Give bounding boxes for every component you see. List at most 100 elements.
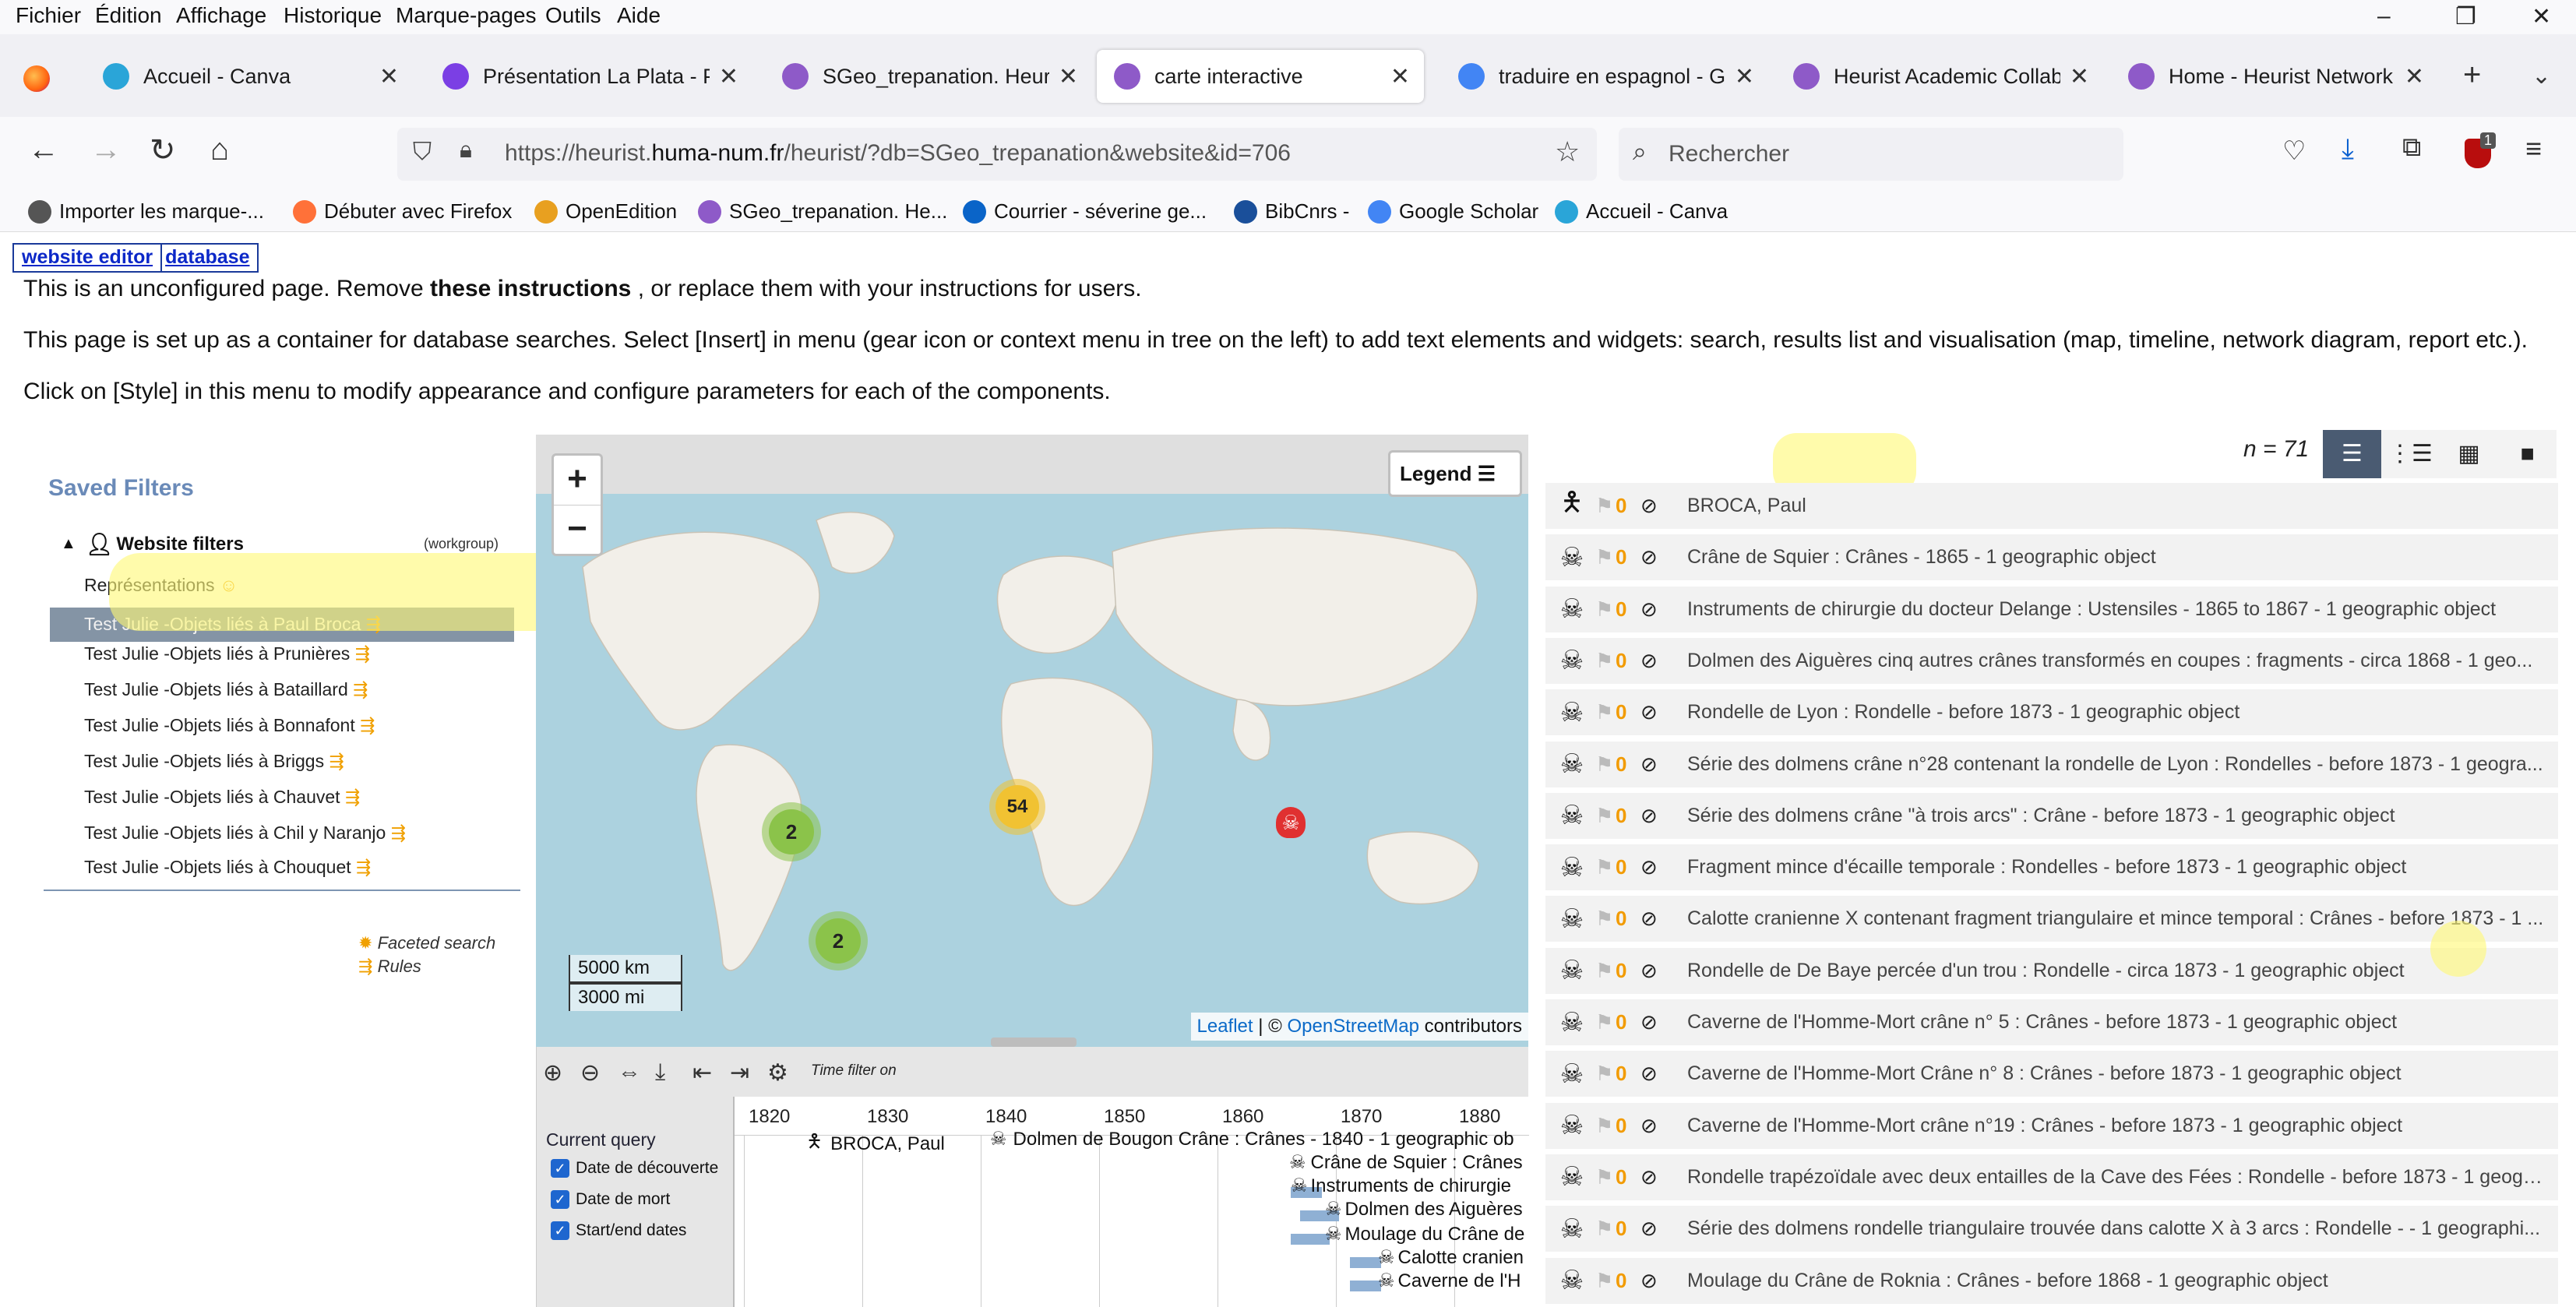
saved-filter-item[interactable]: Test Julie -Objets liés à Prunières ⇶ [84,643,370,664]
timeline-event[interactable]: ☠ Calotte cranien [1378,1246,1524,1269]
bookmark-item[interactable]: OpenEdition [534,199,677,224]
menu-outils[interactable]: Outils [545,3,601,28]
go-start-icon[interactable]: ⇤ [692,1059,712,1087]
menu-fichier[interactable]: Fichier [16,3,81,28]
saved-filter-item[interactable]: Test Julie -Objets liés à Chauvet ⇶ [84,787,360,808]
go-end-icon[interactable]: ⇥ [730,1059,749,1087]
saved-filter-item[interactable]: Test Julie -Objets liés à Bonnafont ⇶ [84,715,375,736]
result-row[interactable]: ☠ ⚑ 0 ⊘ Calotte cranienne X contenant fragme… [1545,896,2558,945]
saved-filter-item[interactable]: Test Julie -Objets liés à Briggs ⇶ [84,751,344,772]
bookmark-flag-icon[interactable]: ⚑ [1595,1165,1616,1189]
cluster-south-america[interactable]: 2 [809,911,868,971]
bookmark-flag-icon[interactable]: ⚑ [1595,545,1616,569]
maximize-icon[interactable]: ❐ [2455,3,2476,30]
visibility-hidden-icon[interactable]: ⊘ [1640,545,1672,569]
close-window-icon[interactable]: ✕ [2532,3,2551,30]
bookmark-flag-icon[interactable]: ⚑ [1595,649,1616,673]
visibility-hidden-icon[interactable]: ⊘ [1640,907,1672,931]
lock-icon[interactable]: 🔒︎ [460,137,472,164]
bookmark-flag-icon[interactable]: ⚑ [1595,494,1616,518]
menu-historique[interactable]: Historique [284,3,382,28]
result-row[interactable]: 🯅 ⚑ 0 ⊘ BROCA, Paul [1545,483,2558,531]
cluster-europe[interactable]: 54 [989,779,1045,835]
map-resize-handle[interactable] [991,1037,1077,1047]
extensions-icon[interactable]: ⧉ [2402,132,2421,163]
visibility-hidden-icon[interactable]: ⊘ [1640,1269,1672,1293]
firefox-view-icon[interactable] [23,65,50,92]
zoom-out-icon[interactable]: ⊖ [580,1059,600,1087]
bookmark-flag-icon[interactable]: ⚑ [1595,1217,1616,1241]
menu-affichage[interactable]: Affichage [176,3,266,28]
skull-marker-icon[interactable]: ☠ [1276,807,1306,838]
zoom-in-button[interactable]: + [554,456,601,505]
timeline-event[interactable]: ☠ Crâne de Squier : Crânes [1289,1151,1523,1174]
result-row[interactable]: ☠ ⚑ 0 ⊘ Fragment mince d'écaille temporale :… [1545,844,2558,893]
browser-tab[interactable]: traduire en espagnol - Goo ✕ [1441,50,1768,103]
result-row[interactable]: ☠ ⚑ 0 ⊘ Série des dolmens crâne n°28 contena… [1545,741,2558,790]
bookmark-item[interactable]: Importer les marque-... [28,199,264,224]
bookmark-flag-icon[interactable]: ⚑ [1595,804,1616,828]
osm-link[interactable]: OpenStreetMap [1288,1016,1419,1037]
bookmark-flag-icon[interactable]: ⚑ [1595,597,1616,622]
downloads-icon[interactable]: ⤓ [2342,132,2354,166]
tab-close-icon[interactable]: ✕ [719,63,738,90]
faceted-search-link[interactable]: ✹ Faceted search [358,933,495,953]
view-list-button[interactable]: ☰ [2323,430,2381,478]
checkbox-start-end[interactable]: ✓ Start/end dates [551,1221,686,1240]
result-row[interactable]: ☠ ⚑ 0 ⊘ Crâne de Squier : Crânes - 1865 - 1 … [1545,534,2558,583]
bookmark-item[interactable]: BibCnrs - [1234,199,1349,224]
visibility-hidden-icon[interactable]: ⊘ [1640,959,1672,983]
timeline-event[interactable]: ☠ Moulage du Crâne de [1325,1223,1524,1245]
browser-tab[interactable]: carte interactive ✕ [1097,50,1424,103]
bookmark-item[interactable]: Google Scholar [1368,199,1538,224]
reload-icon[interactable]: ↻ [150,132,176,168]
timeline-event[interactable]: ☠ Dolmen de Bougon Crâne : Crânes - 1840 … [990,1128,1514,1150]
bookmark-flag-icon[interactable]: ⚑ [1595,907,1616,931]
pocket-icon[interactable]: ♡ [2282,136,2306,167]
result-row[interactable]: ☠ ⚑ 0 ⊘ Série des dolmens rondelle triangula… [1545,1206,2558,1255]
tab-close-icon[interactable]: ✕ [1390,63,1410,90]
view-thumbnails-button[interactable]: ▦ [2440,430,2498,478]
bookmark-item[interactable]: Débuter avec Firefox [293,199,512,224]
timeline-event[interactable]: ☠ Dolmen des Aiguères [1325,1198,1523,1221]
download-icon[interactable]: ⤓ [655,1059,665,1086]
bookmark-flag-icon[interactable]: ⚑ [1595,1269,1616,1293]
collapse-triangle-icon[interactable]: ▲ [61,535,76,553]
saved-filter-item[interactable]: Test Julie -Objets liés à Bataillard ⇶ [84,679,368,700]
rules-link[interactable]: ⇶ Rules [358,956,421,977]
result-row[interactable]: ☠ ⚑ 0 ⊘ Caverne de l'Homme-Mort crâne n° 5 :… [1545,999,2558,1048]
visibility-hidden-icon[interactable]: ⊘ [1640,1165,1672,1189]
result-row[interactable]: ☠ ⚑ 0 ⊘ Dolmen des Aiguères cinq autres crân… [1545,637,2558,686]
forward-icon[interactable]: → [90,132,122,167]
bookmark-flag-icon[interactable]: ⚑ [1595,1114,1616,1138]
url-bar[interactable]: ⛉ 🔒︎ https://heurist.huma-num.fr/heurist… [397,128,1597,181]
browser-tab[interactable]: SGeo_trepanation. Heurist V ✕ [765,50,1092,103]
bookmark-flag-icon[interactable]: ⚑ [1595,855,1616,879]
website-editor-link[interactable]: website editor [14,245,160,271]
timeline-event[interactable]: ☠ Caverne de l'H [1378,1270,1521,1292]
legend-button[interactable]: Legend ☰ [1388,450,1522,497]
minimize-icon[interactable]: – [2377,3,2391,30]
new-tab-icon[interactable]: + [2463,58,2481,93]
browser-tab[interactable]: Présentation La Plata - Prés ✕ [425,50,752,103]
zoom-out-button[interactable]: − [554,505,601,554]
list-all-tabs-icon[interactable]: ⌄ [2532,62,2551,90]
zoom-in-icon[interactable]: ⊕ [543,1059,562,1087]
checkbox-date-mort[interactable]: ✓ Date de mort [551,1190,670,1209]
visibility-hidden-icon[interactable]: ⊘ [1640,1010,1672,1034]
tab-close-icon[interactable]: ✕ [1735,63,1754,90]
bookmark-flag-icon[interactable]: ⚑ [1595,1010,1616,1034]
result-row[interactable]: ☠ ⚑ 0 ⊘ Série des dolmens crâne "à trois arc… [1545,792,2558,841]
leaflet-link[interactable]: Leaflet [1197,1016,1253,1037]
cluster-north-america[interactable]: 2 [762,802,821,861]
checkbox-date-decouverte[interactable]: ✓ Date de découverte [551,1159,718,1178]
visibility-hidden-icon[interactable]: ⊘ [1640,649,1672,673]
visibility-hidden-icon[interactable]: ⊘ [1640,494,1672,518]
saved-filter-item[interactable]: Test Julie -Objets liés à Chil y Naranjo… [84,823,406,844]
saved-filter-item[interactable]: Test Julie -Objets liés à Chouquet ⇶ [84,857,371,878]
tab-close-icon[interactable]: ✕ [379,63,399,90]
bookmark-star-icon[interactable]: ☆ [1555,136,1580,168]
database-link[interactable]: database [160,245,257,271]
visibility-hidden-icon[interactable]: ⊘ [1640,855,1672,879]
result-row[interactable]: ☠ ⚑ 0 ⊘ Caverne de l'Homme-Mort crâne n°19 :… [1545,1102,2558,1151]
